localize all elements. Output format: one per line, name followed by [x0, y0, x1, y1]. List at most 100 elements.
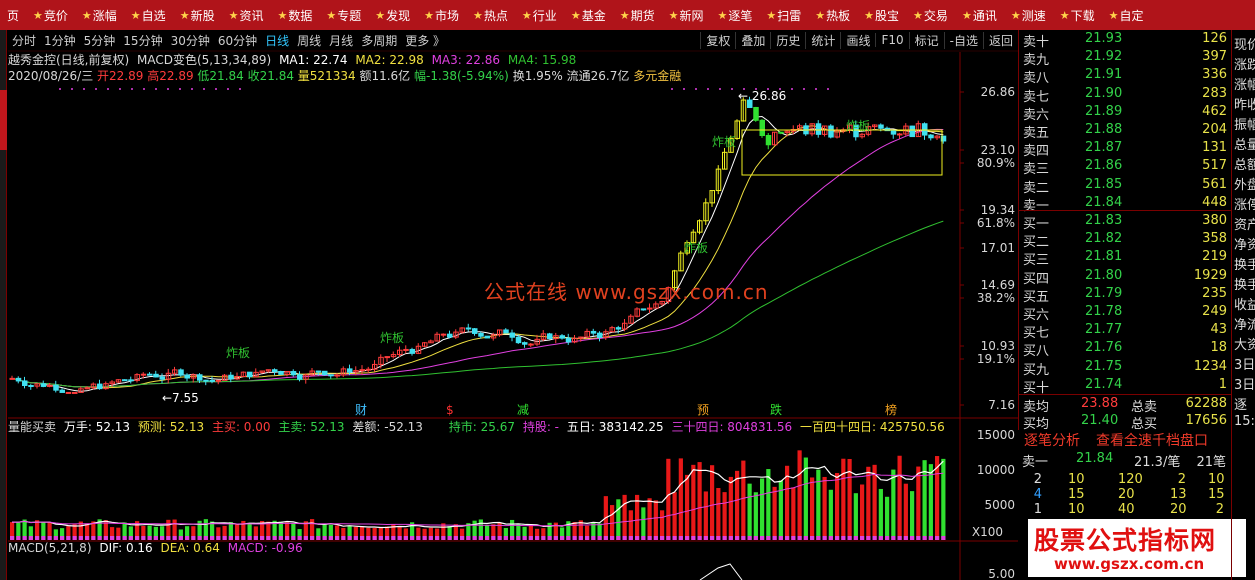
kline-chart[interactable]: 26.86 23.1080.9% 19.3461.8% 17.01 14.6938.2%…: [0, 30, 1018, 580]
orderbook-row-asks[interactable]: 卖九 21.92 397: [1019, 48, 1231, 68]
candle-body: [197, 374, 203, 381]
menu-item-18[interactable]: ★ 交易: [906, 0, 955, 30]
orderbook-row-asks[interactable]: 卖四 21.87 131: [1019, 139, 1231, 160]
candle-body: [153, 373, 159, 378]
menu-item-label: 热板: [826, 8, 851, 23]
orderbook-row-asks[interactable]: 卖五 21.88 204: [1019, 121, 1231, 141]
volume-base-bar: [585, 536, 590, 540]
volume-base-bar: [541, 536, 546, 540]
orderbook-row-bids[interactable]: 买二 21.82 358: [1019, 230, 1231, 250]
orderbook-row-asks[interactable]: 卖八 21.91 336: [1019, 66, 1231, 86]
signal-dot: [767, 88, 769, 90]
orderbook-row-bids[interactable]: 买八 21.76 18: [1019, 339, 1231, 360]
event-badge: 榜: [885, 402, 897, 417]
menu-item-6[interactable]: ★ 专题: [319, 0, 368, 30]
price-axis-label: 14.69: [981, 278, 1015, 292]
star-icon: ★: [326, 8, 337, 22]
menu-item-14[interactable]: ★ 逐笔: [710, 0, 759, 30]
volume-header: 量能买卖 万手: 52.13 预测: 52.13 主买: 0.00 主卖: 52…: [8, 418, 945, 434]
promo-banner[interactable]: 股票公式指标网 www.gszx.com.cn: [1028, 519, 1246, 577]
volume-chigu: 持股: -: [522, 420, 560, 434]
menu-item-0[interactable]: ★ 竞价: [26, 0, 75, 30]
volume-base-bar: [922, 536, 927, 540]
menu-item-7[interactable]: ★ 发现: [368, 0, 417, 30]
star-icon: ★: [668, 8, 679, 22]
menu-item-5[interactable]: ★ 数据: [270, 0, 319, 30]
orderbook-row-asks[interactable]: 卖三 21.86 517: [1019, 157, 1231, 177]
menu-item-page[interactable]: 页: [0, 0, 26, 30]
tick-count: 21笔: [1196, 455, 1226, 470]
volume-wanshou: 万手: 52.13: [63, 420, 131, 434]
orderbook-row-asks[interactable]: 卖十 21.93 126: [1019, 30, 1231, 50]
volume-bar: [772, 486, 777, 540]
candle-body: [297, 374, 303, 380]
price-axis-label: 19.34: [981, 203, 1015, 217]
signal-dot: [815, 88, 817, 90]
orderbook-row-bids[interactable]: 买十 21.74 1: [1019, 376, 1231, 396]
tab-tick-analysis[interactable]: 逐笔分析: [1024, 430, 1080, 450]
volume-base-bar: [166, 536, 171, 540]
tick-row: 1 10 40 20 2: [1018, 502, 1230, 517]
orderbook-row-bids[interactable]: 买九 21.75 1234: [1019, 358, 1231, 378]
orderbook-row-bids[interactable]: 买五 21.79 235: [1019, 285, 1231, 305]
tick-cell: 120: [1118, 472, 1143, 487]
candle-body: [597, 332, 603, 338]
menu-item-9[interactable]: ★ 热点: [466, 0, 515, 30]
volume-base-bar: [241, 536, 246, 540]
orderbook-row-asks[interactable]: 卖七 21.90 283: [1019, 85, 1231, 105]
volume-bar: [916, 466, 921, 540]
signal-dot: [71, 88, 73, 90]
orderbook-name: 买八: [1023, 344, 1050, 360]
menu-item-20[interactable]: ★ 测速: [1004, 0, 1053, 30]
volume-base-bar: [47, 536, 52, 540]
volume-base-bar: [935, 536, 940, 540]
candle-body: [22, 380, 28, 387]
tick-cell: 13: [1170, 487, 1187, 502]
orderbook-row-bids[interactable]: 买三 21.81 219: [1019, 248, 1231, 268]
volume-base-bar: [628, 536, 633, 540]
volume-axis-unit: X100: [972, 525, 1003, 539]
volume-base-bar: [772, 536, 777, 540]
menu-item-17[interactable]: ★ 股宝: [857, 0, 906, 30]
volume-base-bar: [366, 536, 371, 540]
menu-item-22[interactable]: ★ 自定: [1102, 0, 1151, 30]
orderbook-name: 卖七: [1023, 89, 1050, 105]
menu-item-15[interactable]: ★ 扫雷: [759, 0, 808, 30]
orderbook-row-asks[interactable]: 卖二 21.85 561: [1019, 176, 1231, 196]
menu-item-label: 资讯: [239, 8, 264, 23]
volume-base-bar: [191, 536, 196, 540]
quote-field-label: 现价: [1234, 38, 1255, 53]
orderbook-vol: 448: [1202, 194, 1227, 210]
menu-item-4[interactable]: ★ 资讯: [222, 0, 271, 30]
signal-dot: [203, 88, 205, 90]
candle-body: [40, 383, 47, 387]
menu-item-8[interactable]: ★ 市场: [417, 0, 466, 30]
orderbook-row-bids[interactable]: 买六 21.78 249: [1019, 303, 1231, 323]
menu-item-12[interactable]: ★ 期货: [613, 0, 662, 30]
volume-base-bar: [753, 536, 758, 540]
menu-item-1[interactable]: ★ 涨幅: [75, 0, 124, 30]
menu-item-2[interactable]: ★ 自选: [124, 0, 173, 30]
volume-base-bar: [678, 536, 683, 540]
menu-item-3[interactable]: ★ 新股: [173, 0, 222, 30]
menu-item-13[interactable]: ★ 新网: [662, 0, 711, 30]
menu-item-16[interactable]: ★ 热板: [808, 0, 857, 30]
menu-item-21[interactable]: ★ 下载: [1053, 0, 1102, 30]
candle-body: [322, 370, 328, 376]
menu-item-10[interactable]: ★ 行业: [515, 0, 564, 30]
orderbook-row-bids[interactable]: 买四 21.80 1929: [1019, 267, 1231, 287]
volume-base-bar: [497, 536, 502, 540]
orderbook-price: 21.90: [1085, 85, 1123, 101]
orderbook-row-asks[interactable]: 卖六 21.89 462: [1019, 103, 1231, 123]
orderbook-row-bids[interactable]: 买一 21.83 380: [1019, 212, 1231, 232]
quote-field-label: 净流: [1234, 318, 1255, 333]
orderbook-row-bids[interactable]: 买七 21.77 43: [1019, 321, 1231, 341]
volume-base-bar: [485, 536, 490, 540]
menu-item-label: 热点: [483, 8, 508, 23]
menu-item-19[interactable]: ★ 通讯: [955, 0, 1004, 30]
orderbook-name: 卖四: [1023, 144, 1050, 160]
volume-title[interactable]: 量能买卖: [8, 420, 56, 434]
macd-title[interactable]: MACD(5,21,8): [8, 541, 92, 555]
menu-item-11[interactable]: ★ 基金: [564, 0, 613, 30]
tab-full-depth[interactable]: 查看全速千档盘口: [1096, 430, 1208, 450]
